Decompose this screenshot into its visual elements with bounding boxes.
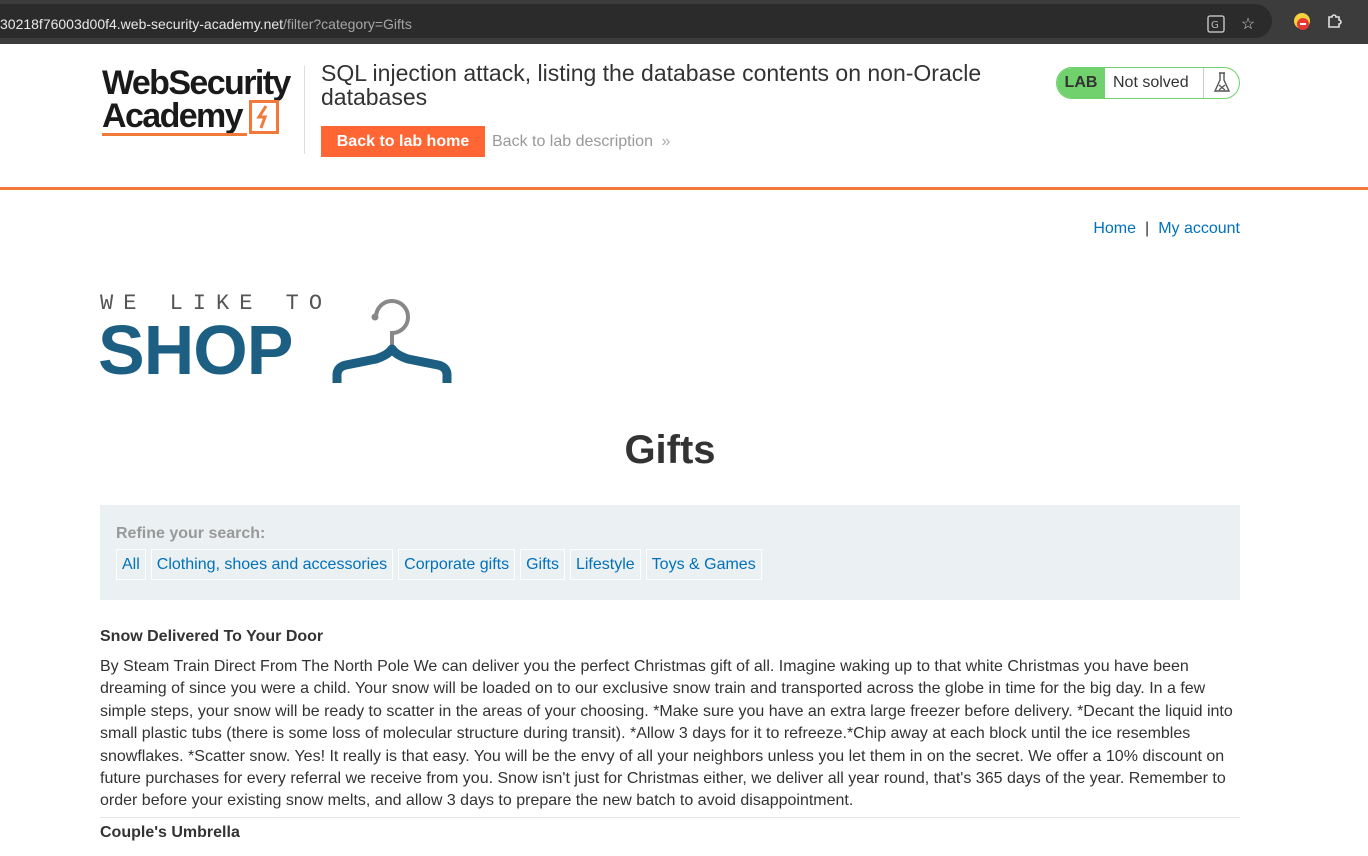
bookmark-star-icon[interactable]: ☆ [1238,15,1258,35]
lab-status-widget: LAB Not solved [1056,67,1240,99]
url-text[interactable]: 30218f76003d00f4.web-security-academy.ne… [0,16,412,32]
lab-title: SQL injection attack, listing the databa… [321,60,982,110]
product-divider [100,817,1240,818]
double-chevron-right-icon: » [661,133,671,150]
logo-underline [102,133,247,136]
category-link-all[interactable]: All [116,549,146,580]
extension-icon[interactable] [1292,11,1312,31]
product-item: Snow Delivered To Your Door By Steam Tra… [100,628,1240,813]
web-security-academy-logo[interactable]: WebSecurity Academy [102,64,302,140]
shop-logo: WE LIKE TO SHOP [98,285,460,395]
svg-text:G: G [1211,20,1219,31]
category-link-corporate-gifts[interactable]: Corporate gifts [398,549,516,580]
category-link-gifts[interactable]: Gifts [520,549,565,580]
my-account-link[interactable]: My account [1158,220,1240,237]
lab-status-text: Not solved [1113,74,1189,91]
product-title: Snow Delivered To Your Door [100,628,324,645]
flask-icon [1203,68,1239,98]
category-link-toys-games[interactable]: Toys & Games [645,549,762,580]
lab-badge: LAB [1057,68,1105,98]
category-filter-list: All Clothing, shoes and accessories Corp… [116,549,762,580]
back-to-lab-description-link[interactable]: Back to lab description » [492,133,670,151]
product-title: Couple's Umbrella [100,824,240,841]
product-description: By Steam Train Direct From The North Pol… [100,658,1233,810]
browser-toolbar: 30218f76003d00f4.web-security-academy.ne… [0,0,1368,44]
url-host: 30218f76003d00f4.web-security-academy.ne… [0,16,284,32]
logo-bolt-icon [249,100,279,134]
category-link-clothing[interactable]: Clothing, shoes and accessories [150,549,394,580]
category-link-lifestyle[interactable]: Lifestyle [569,549,641,580]
nav-separator: | [1145,220,1150,237]
back-to-lab-description-label: Back to lab description [492,133,653,150]
shop-logo-word: SHOP [98,311,293,389]
hanger-icon [332,299,452,383]
back-to-lab-home-button[interactable]: Back to lab home [321,126,485,157]
filter-panel: Refine your search: All Clothing, shoes … [100,505,1240,600]
page-title: Gifts [624,428,716,472]
filter-label: Refine your search: [116,525,266,542]
address-bar[interactable]: 30218f76003d00f4.web-security-academy.ne… [0,4,1272,38]
header-divider [304,66,305,154]
home-link[interactable]: Home [1093,220,1136,237]
logo-line-2: Academy [102,97,244,135]
extensions-puzzle-icon[interactable] [1325,11,1345,31]
logo-line-1: WebSecurity [102,64,291,102]
lab-header: WebSecurity Academy SQL injection attack… [0,44,1368,190]
url-path: /filter?category=Gifts [283,16,412,32]
product-item: Couple's Umbrella [100,824,1240,842]
site-nav: Home | My account [1093,220,1240,238]
translate-icon[interactable]: G [1206,15,1226,35]
